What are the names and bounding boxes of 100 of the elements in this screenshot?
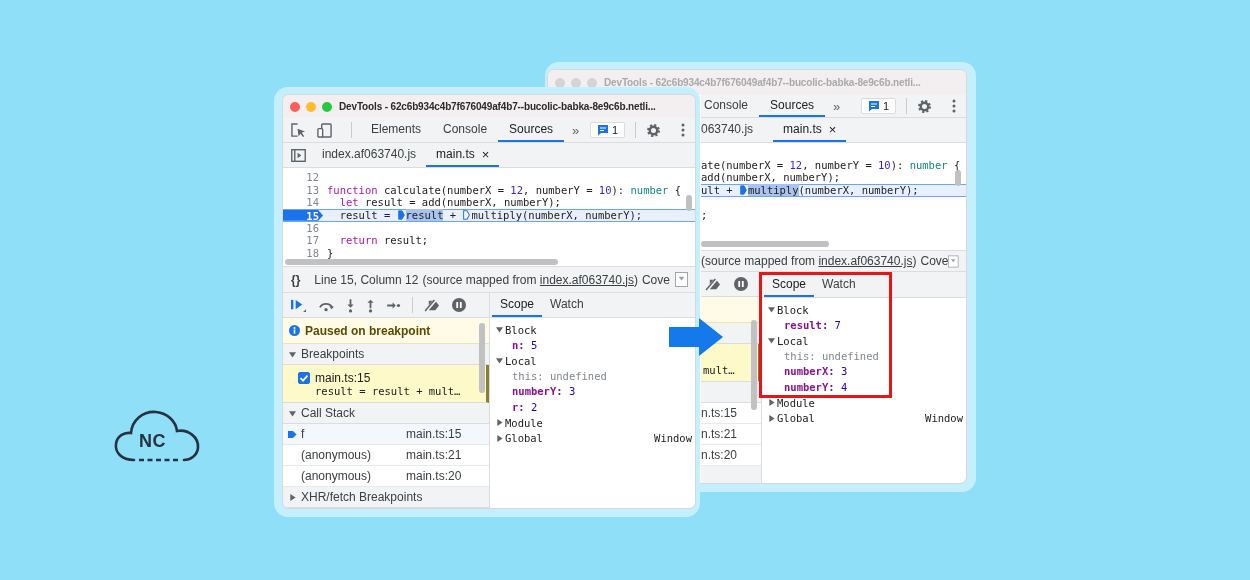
deactivate-breakpoints-icon[interactable] bbox=[705, 277, 722, 291]
deactivate-breakpoints-icon[interactable] bbox=[424, 298, 441, 312]
panel-tab[interactable]: Console bbox=[701, 95, 760, 117]
panel-tab[interactable]: Scope bbox=[492, 293, 543, 317]
checkbox[interactable] bbox=[298, 371, 310, 384]
frame-location[interactable]: main.ts:20 bbox=[406, 469, 462, 483]
caret-down-icon[interactable] bbox=[289, 409, 296, 417]
scrollbar-thumb[interactable] bbox=[479, 323, 485, 393]
source-map-note: (source mapped from index.af063740.js) bbox=[422, 272, 638, 287]
scope-value: Window bbox=[654, 432, 692, 445]
scope-group[interactable]: Block bbox=[777, 303, 809, 316]
caret-down-icon[interactable] bbox=[496, 326, 503, 334]
sidebar-toggle-icon[interactable] bbox=[291, 148, 306, 162]
section-header[interactable]: XHR/fetch Breakpoints bbox=[283, 487, 489, 508]
line-number[interactable]: 12 bbox=[283, 171, 323, 184]
scope-group[interactable]: Module bbox=[505, 416, 543, 429]
code-text: add(numberX, numberY); bbox=[701, 171, 841, 185]
step-icon[interactable] bbox=[386, 300, 401, 310]
code-text: let result = add(numberX, numberY); bbox=[338, 196, 561, 210]
scrollbar-thumb[interactable] bbox=[701, 241, 829, 247]
line-number[interactable]: 18 bbox=[283, 247, 323, 260]
caret-down-icon[interactable] bbox=[768, 337, 775, 345]
code-text: result + bbox=[405, 209, 458, 222]
breakpoint-marker-icon[interactable] bbox=[463, 210, 471, 221]
step-into-icon[interactable] bbox=[346, 297, 355, 313]
coverage-label: Cove bbox=[641, 272, 670, 287]
caret-right-icon[interactable] bbox=[496, 419, 503, 427]
panel-tab[interactable]: Watch bbox=[814, 272, 864, 297]
line-number[interactable]: 15 bbox=[283, 210, 323, 221]
frame-location[interactable]: main.ts:15 bbox=[406, 427, 462, 441]
more-tabs-button[interactable]: » bbox=[564, 122, 588, 138]
more-options-icon[interactable] bbox=[952, 99, 956, 113]
pause-icon[interactable] bbox=[452, 298, 466, 312]
breakpoint-file: main.ts:15 bbox=[315, 370, 371, 385]
scope-group[interactable]: Block bbox=[505, 323, 537, 336]
scrollbar-thumb[interactable] bbox=[285, 259, 558, 265]
scope-group[interactable]: Module bbox=[777, 396, 815, 409]
code-text: ate(numberX = 12, numberY = 10): number { bbox=[701, 158, 961, 172]
step-out-icon[interactable] bbox=[366, 297, 375, 313]
frame-name[interactable]: (anonymous) bbox=[301, 469, 406, 483]
call-frame[interactable]: f main.ts:15 bbox=[283, 424, 489, 445]
issues-button[interactable]: 1 bbox=[589, 122, 625, 138]
frame-location[interactable]: n.ts:15 bbox=[701, 406, 738, 420]
caret-down-icon[interactable] bbox=[768, 306, 775, 314]
issues-button[interactable]: 1 bbox=[860, 98, 896, 114]
panel-tab[interactable]: Elements bbox=[360, 118, 433, 142]
caret-right-icon[interactable] bbox=[768, 414, 775, 422]
scope-group[interactable]: Local bbox=[505, 354, 537, 367]
settings-icon[interactable] bbox=[646, 122, 661, 138]
more-options-icon[interactable] bbox=[681, 123, 685, 137]
section-header[interactable]: Breakpoints bbox=[283, 344, 489, 365]
settings-icon[interactable] bbox=[917, 98, 932, 114]
line-number[interactable]: 14 bbox=[283, 196, 323, 210]
file-tab[interactable]: index.af063740.js bbox=[312, 143, 427, 167]
more-tabs-button[interactable]: » bbox=[825, 98, 849, 114]
scope-group[interactable]: Global bbox=[505, 432, 543, 445]
scope-variable: numberY: 3 bbox=[511, 384, 577, 399]
scope-group[interactable]: Local bbox=[777, 334, 809, 347]
scrollbar-thumb[interactable] bbox=[686, 195, 692, 211]
pretty-print-button[interactable]: {} bbox=[291, 272, 301, 287]
paused-message: Paused on breakpoint bbox=[305, 323, 431, 338]
source-link[interactable]: index.af063740.js bbox=[539, 272, 634, 287]
inspect-icon[interactable] bbox=[291, 122, 306, 138]
caret-right-icon[interactable] bbox=[768, 399, 775, 407]
resume-icon[interactable] bbox=[290, 297, 307, 313]
frame-location[interactable]: n.ts:20 bbox=[701, 448, 738, 462]
code-text: multiply(numberX, numberY); bbox=[747, 184, 919, 197]
frame-name[interactable]: (anonymous) bbox=[301, 448, 406, 462]
frame-location[interactable]: main.ts:21 bbox=[406, 448, 462, 462]
panel-tab[interactable]: Console bbox=[432, 118, 499, 142]
scope-variable: n: 5 bbox=[511, 337, 539, 353]
source-link[interactable]: index.af063740.js bbox=[818, 254, 913, 268]
section-title: Call Stack bbox=[301, 406, 356, 420]
line-number[interactable]: 13 bbox=[283, 183, 323, 197]
section-header[interactable]: Call Stack bbox=[283, 403, 489, 424]
caret-right-icon[interactable] bbox=[496, 434, 503, 442]
frame-name[interactable]: f bbox=[301, 427, 406, 441]
panel-tab[interactable]: Watch bbox=[542, 293, 592, 317]
scope-variable: result: 7 bbox=[783, 317, 842, 333]
caret-down-icon[interactable] bbox=[289, 350, 296, 358]
scope-group[interactable]: Global bbox=[777, 412, 815, 425]
close-button[interactable] bbox=[290, 101, 300, 112]
frame-location[interactable]: n.ts:21 bbox=[701, 427, 738, 441]
device-icon[interactable] bbox=[317, 122, 332, 138]
scrollbar-thumb[interactable] bbox=[955, 170, 961, 186]
logo-text: NC bbox=[139, 431, 166, 452]
breakpoint-item[interactable]: main.ts:15 result = result + mult… bbox=[283, 365, 489, 403]
caret-right-icon[interactable] bbox=[289, 493, 296, 501]
comment-icon bbox=[596, 124, 609, 136]
call-frame[interactable]: (anonymous) main.ts:21 bbox=[283, 445, 489, 466]
coverage-icon[interactable] bbox=[675, 272, 688, 287]
file-tab[interactable]: 063740.js bbox=[701, 118, 764, 142]
caret-down-icon[interactable] bbox=[496, 357, 503, 365]
line-number[interactable]: 16 bbox=[283, 221, 323, 235]
scrollbar-thumb[interactable] bbox=[751, 320, 757, 410]
pause-icon[interactable] bbox=[734, 277, 748, 291]
source-map-note: (source mapped from index.af063740.js) bbox=[701, 254, 917, 268]
section-title: Breakpoints bbox=[301, 347, 365, 361]
line-number[interactable]: 17 bbox=[283, 234, 323, 248]
code-text: function calculate(numberX = 12, numberY = 10): number { bbox=[327, 183, 682, 197]
